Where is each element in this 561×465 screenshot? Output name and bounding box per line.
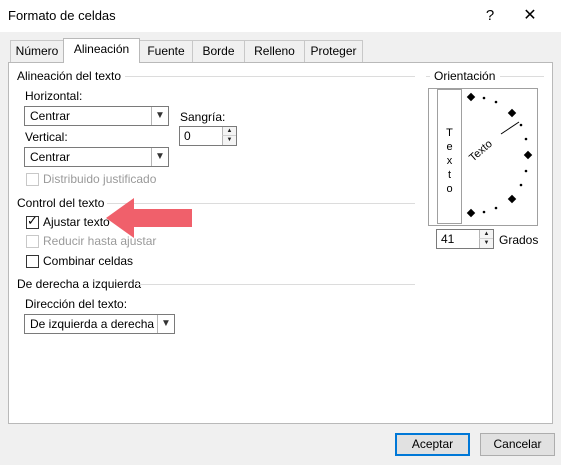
dial-dot bbox=[524, 137, 528, 141]
orientation-group-title: Orientación bbox=[434, 69, 496, 83]
dial-marker bbox=[466, 208, 476, 218]
distributed-checkbox[interactable] bbox=[26, 173, 39, 186]
tab-numero[interactable]: Número bbox=[10, 40, 64, 62]
chevron-down-icon[interactable]: ▼ bbox=[157, 315, 174, 333]
separator bbox=[426, 76, 430, 77]
merge-cells-label: Combinar celdas bbox=[43, 254, 134, 268]
horizontal-value: Centrar bbox=[30, 109, 71, 123]
indent-spinner[interactable]: 0 ▲ ▼ bbox=[179, 126, 237, 146]
vertical-label: Vertical: bbox=[25, 130, 68, 144]
horizontal-label: Horizontal: bbox=[25, 89, 83, 103]
window-title: Formato de celdas bbox=[8, 8, 116, 23]
dial-marker bbox=[507, 108, 517, 118]
horizontal-select[interactable]: Centrar ▼ bbox=[24, 106, 169, 126]
chevron-down-icon[interactable]: ▼ bbox=[151, 148, 168, 166]
dial-dot bbox=[524, 169, 528, 173]
separator bbox=[137, 284, 415, 285]
tab-alineacion[interactable]: Alineación bbox=[63, 38, 140, 63]
degrees-spinner[interactable]: 41 ▲ ▼ bbox=[436, 229, 494, 249]
vertical-value: Centrar bbox=[30, 150, 71, 164]
orientation-dial-graphic: Texto bbox=[466, 92, 533, 218]
direction-label: Dirección del texto: bbox=[25, 297, 128, 311]
ok-button[interactable]: Aceptar bbox=[395, 433, 470, 456]
dial-dot bbox=[494, 206, 498, 210]
dial-dot bbox=[519, 123, 523, 127]
merge-cells-checkbox[interactable] bbox=[26, 255, 39, 268]
checkmark-icon: ✓ bbox=[27, 213, 38, 228]
text-control-group-title: Control del texto bbox=[17, 196, 105, 210]
separator bbox=[500, 76, 544, 77]
tab-proteger[interactable]: Proteger bbox=[304, 40, 363, 62]
dial-dot bbox=[494, 100, 498, 104]
dial-marker bbox=[466, 92, 476, 102]
dial-dot bbox=[482, 210, 486, 214]
dial-dot bbox=[519, 183, 523, 187]
indent-value: 0 bbox=[184, 129, 191, 143]
spin-up-icon[interactable]: ▲ bbox=[479, 230, 493, 239]
tab-fuente[interactable]: Fuente bbox=[139, 40, 193, 62]
vertical-select[interactable]: Centrar ▼ bbox=[24, 147, 169, 167]
dial-text: Texto bbox=[467, 138, 495, 164]
wrap-text-checkbox[interactable]: ✓ bbox=[26, 213, 39, 229]
rtl-group-title: De derecha a izquierda bbox=[17, 277, 142, 291]
distributed-label: Distribuido justificado bbox=[43, 172, 157, 186]
dial-needle bbox=[500, 121, 520, 135]
direction-value: De izquierda a derecha bbox=[30, 317, 155, 331]
help-button[interactable]: ? bbox=[478, 4, 502, 28]
spin-down-icon[interactable]: ▼ bbox=[222, 136, 236, 145]
tab-relleno[interactable]: Relleno bbox=[244, 40, 305, 62]
cancel-button[interactable]: Cancelar bbox=[480, 433, 555, 456]
close-button[interactable]: ✕ bbox=[516, 4, 544, 28]
shrink-checkbox[interactable] bbox=[26, 235, 39, 248]
dial-marker bbox=[523, 150, 533, 160]
chevron-down-icon[interactable]: ▼ bbox=[151, 107, 168, 125]
spin-up-icon[interactable]: ▲ bbox=[222, 127, 236, 136]
degrees-label: Grados bbox=[499, 233, 539, 247]
degrees-value: 41 bbox=[441, 232, 455, 246]
indent-label: Sangría: bbox=[180, 110, 226, 124]
spin-down-icon[interactable]: ▼ bbox=[479, 239, 493, 248]
dial-marker bbox=[507, 194, 517, 204]
direction-select[interactable]: De izquierda a derecha ▼ bbox=[24, 314, 175, 334]
annotation-arrow-icon bbox=[106, 198, 192, 238]
tab-borde[interactable]: Borde bbox=[192, 40, 245, 62]
text-alignment-group-title: Alineación del texto bbox=[17, 69, 122, 83]
separator bbox=[125, 76, 415, 77]
dial-dot bbox=[482, 96, 486, 100]
